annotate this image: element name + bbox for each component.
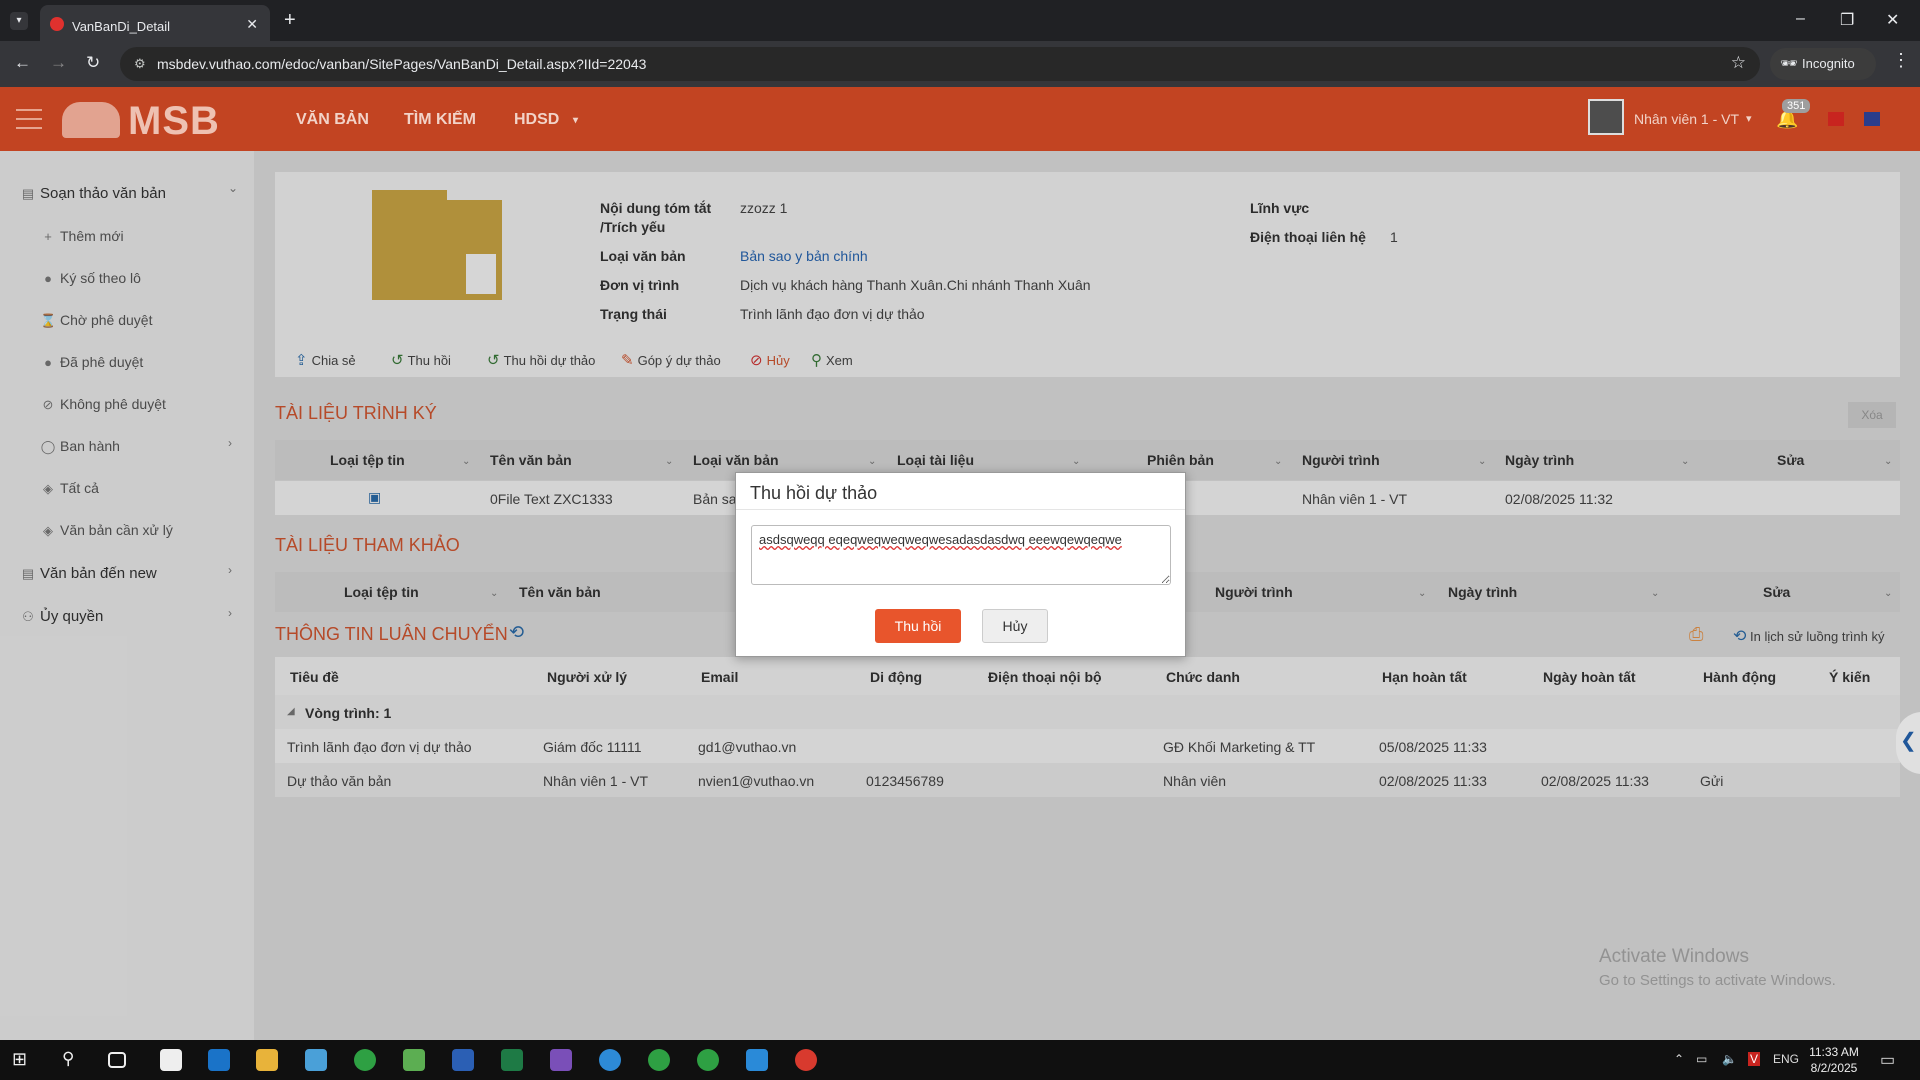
nav-van-ban[interactable]: VĂN BẢN (296, 111, 369, 129)
avatar[interactable] (1588, 99, 1624, 135)
confirm-recall-button[interactable]: Thu hồi (875, 609, 961, 643)
visual-studio-icon[interactable] (550, 1049, 572, 1071)
clock-time: 11:33 AM (1809, 1045, 1859, 1059)
app-header: MSB VĂN BẢN TÌM KIẾM HDSD ▾ Nhân viên 1 … (0, 87, 1920, 151)
unikey-icon[interactable]: V (1748, 1052, 1761, 1066)
windows-taskbar: ⊞ ⚲ ⌃ ▭ 🔈 V ENG 11:33 AM 8/2/2025 ▭ (0, 1040, 1920, 1080)
notion-icon[interactable] (160, 1049, 182, 1071)
tray-chevron-icon[interactable]: ⌃ (1674, 1052, 1684, 1066)
notification-count: 351 (1782, 99, 1811, 113)
nav-hdsd-dropdown-icon[interactable]: ▾ (573, 115, 578, 126)
minimize-icon[interactable]: – (1796, 10, 1805, 28)
url-field[interactable]: ⚙ msbdev.vuthao.com/edoc/vanban/SitePage… (120, 47, 1760, 81)
close-tab-icon[interactable]: ✕ (246, 16, 258, 33)
reload-icon[interactable]: ↻ (86, 53, 100, 73)
network-icon[interactable]: ▭ (1696, 1052, 1707, 1066)
excel-icon[interactable] (501, 1049, 523, 1071)
vscode-icon[interactable] (746, 1049, 768, 1071)
user-name[interactable]: Nhân viên 1 - VT (1634, 111, 1739, 127)
notepad-icon[interactable] (403, 1049, 425, 1071)
incognito-badge[interactable]: 🕶 Incognito (1770, 48, 1876, 80)
outlook-icon[interactable] (208, 1049, 230, 1071)
vietnam-flag-icon[interactable] (1828, 112, 1844, 126)
nav-tim-kiem[interactable]: TÌM KIẾM (404, 111, 476, 129)
browser-menu-icon[interactable]: ⋮ (1892, 50, 1910, 71)
cancel-button[interactable]: Hủy (982, 609, 1048, 643)
app-icon[interactable] (305, 1049, 327, 1071)
site-info-icon[interactable]: ⚙ (134, 56, 146, 72)
new-tab-icon[interactable]: + (284, 9, 296, 32)
system-clock[interactable]: 11:33 AM 8/2/2025 (1806, 1044, 1862, 1076)
notification-center-icon[interactable]: ▭ (1880, 1050, 1895, 1070)
hamburger-menu-icon[interactable] (16, 109, 42, 129)
chrome-icon[interactable] (354, 1049, 376, 1071)
chrome-icon[interactable] (795, 1049, 817, 1071)
msb-logo[interactable]: MSB (62, 99, 220, 144)
restore-icon[interactable]: ❐ (1840, 10, 1854, 30)
incognito-label: Incognito (1802, 56, 1855, 71)
favicon-icon (50, 17, 64, 31)
chrome-icon[interactable] (648, 1049, 670, 1071)
task-view-icon[interactable] (108, 1052, 126, 1068)
bookmark-star-icon[interactable]: ☆ (1731, 53, 1746, 73)
user-dropdown-icon[interactable]: ▾ (1746, 112, 1752, 125)
tab-search-icon[interactable]: ▾ (10, 12, 28, 30)
dialog-divider (736, 509, 1185, 510)
recall-draft-dialog: Thu hồi dự thảo Thu hồi Hủy (735, 472, 1186, 657)
url-text: msbdev.vuthao.com/edoc/vanban/SitePages/… (157, 56, 647, 72)
close-window-icon[interactable]: ✕ (1886, 10, 1899, 30)
incognito-icon: 🕶 (1780, 55, 1798, 71)
chrome-icon[interactable] (697, 1049, 719, 1071)
forward-icon[interactable]: → (50, 53, 67, 73)
nav-hdsd[interactable]: HDSD (514, 111, 559, 129)
back-icon[interactable]: ← (14, 53, 31, 73)
recall-reason-textarea[interactable] (751, 525, 1171, 585)
file-explorer-icon[interactable] (256, 1049, 278, 1071)
address-bar-row: ← → ↻ ⚙ msbdev.vuthao.com/edoc/vanban/Si… (0, 41, 1920, 87)
language-indicator[interactable]: ENG (1773, 1052, 1799, 1066)
browser-tabbar: ▾ VanBanDi_Detail ✕ + – ❐ ✕ (0, 0, 1920, 41)
clock-date: 8/2/2025 (1810, 1061, 1858, 1075)
volume-icon[interactable]: 🔈 (1722, 1052, 1737, 1066)
tab-title: VanBanDi_Detail (72, 19, 171, 34)
zalo-icon[interactable] (599, 1049, 621, 1071)
dialog-title: Thu hồi dự thảo (750, 483, 878, 503)
search-icon[interactable]: ⚲ (62, 1049, 84, 1071)
word-icon[interactable] (452, 1049, 474, 1071)
uk-flag-icon[interactable] (1864, 112, 1880, 126)
browser-tab[interactable]: VanBanDi_Detail ✕ (40, 5, 270, 41)
windows-start-icon[interactable]: ⊞ (12, 1049, 34, 1071)
